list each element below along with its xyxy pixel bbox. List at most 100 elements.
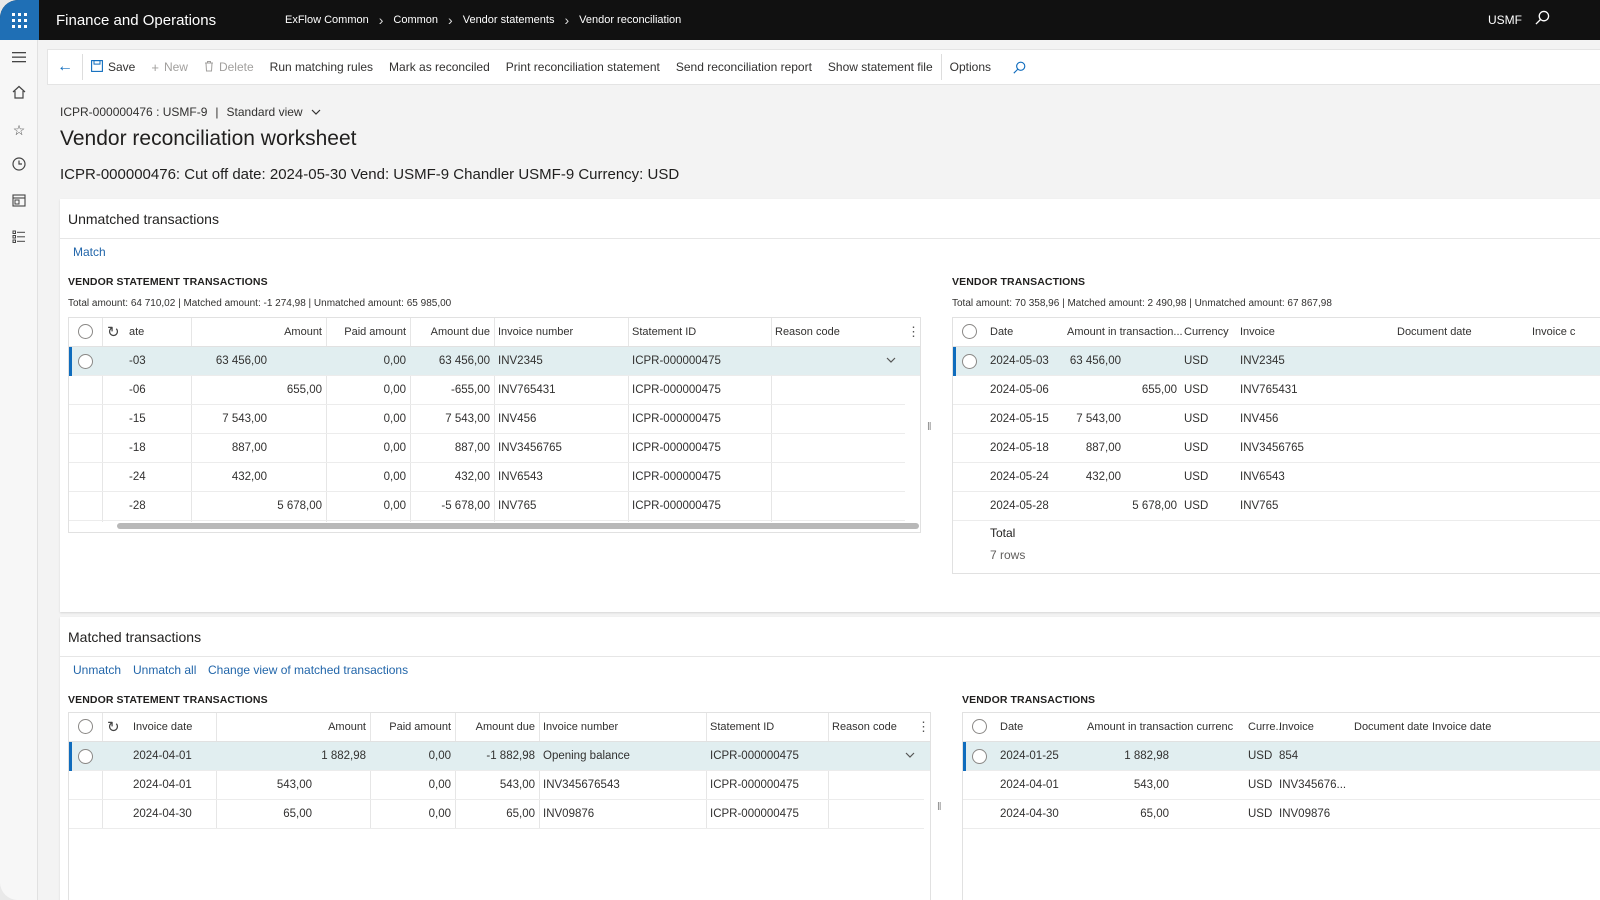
send-reconciliation-report-button[interactable]: Send reconciliation report xyxy=(668,49,820,85)
company-picker[interactable]: USMF xyxy=(1488,13,1522,27)
table-cell: 432,00 xyxy=(454,471,490,483)
table-row[interactable]: -03 63 456,00 0,00 63 456,00 INV2345 ICP… xyxy=(69,347,920,376)
column-header[interactable]: Currency xyxy=(1180,318,1240,347)
breadcrumb-item[interactable]: Common xyxy=(393,14,438,26)
table-row[interactable]: 2024-04-01 1 882,98 0,00 -1 882,98 Openi… xyxy=(69,742,930,771)
horizontal-scrollbar[interactable] xyxy=(117,523,919,529)
table-row[interactable]: 2024-04-01 543,00 USD INV345676... xyxy=(963,771,1600,800)
select-all-radio[interactable] xyxy=(78,324,93,339)
search-icon[interactable] xyxy=(1535,10,1550,29)
column-header[interactable]: Statement ID xyxy=(628,318,771,347)
table-row[interactable]: 2024-01-25 1 882,98 USD 854 xyxy=(963,742,1600,771)
pane-splitter-handle[interactable]: ‖ xyxy=(927,421,932,433)
table-row[interactable]: 2024-04-30 65,00 USD INV09876 xyxy=(963,800,1600,829)
column-header[interactable]: Invoice number xyxy=(494,318,628,347)
table-row[interactable]: 2024-05-18 887,00 USD INV3456765 xyxy=(953,434,1600,463)
unmatch-all-button[interactable]: Unmatch all xyxy=(133,663,196,677)
list-icon[interactable] xyxy=(9,228,29,248)
column-header[interactable]: Invoice date xyxy=(1428,713,1508,742)
select-all-radio[interactable] xyxy=(972,719,987,734)
section-title[interactable]: Matched transactions xyxy=(68,629,201,645)
column-header[interactable]: Invoice number xyxy=(539,713,706,742)
table-row[interactable]: 2024-05-15 7 543,00 USD INV456 xyxy=(953,405,1600,434)
table-row[interactable]: -24 432,00 0,00 432,00 INV6543 ICPR-0000… xyxy=(69,463,905,492)
column-header[interactable]: Invoice c xyxy=(1528,318,1600,347)
column-header[interactable]: Amount in transaction currency xyxy=(1083,713,1233,742)
clock-icon[interactable] xyxy=(9,156,29,176)
more-options-icon[interactable]: ⋮ xyxy=(917,719,930,735)
mark-as-reconciled-button[interactable]: Mark as reconciled xyxy=(381,49,498,85)
reason-code-dropdown-chevron-icon[interactable] xyxy=(905,750,915,762)
breadcrumb-item[interactable]: Vendor statements xyxy=(463,14,555,26)
row-select-radio[interactable] xyxy=(972,749,987,764)
table-row[interactable]: 2024-04-01 543,00 0,00 543,00 INV3456765… xyxy=(69,771,924,800)
matched-vendor-grid: Date Amount in transaction currency Curr… xyxy=(962,712,1600,900)
delete-button[interactable]: Delete xyxy=(196,49,262,85)
more-options-icon[interactable]: ⋮ xyxy=(907,324,920,340)
table-row[interactable]: -18 887,00 0,00 887,00 INV3456765 ICPR-0… xyxy=(69,434,905,463)
back-arrow-icon[interactable]: ← xyxy=(48,49,82,85)
column-header[interactable]: Date xyxy=(996,713,1076,742)
section-title[interactable]: Unmatched transactions xyxy=(68,211,219,227)
refresh-icon[interactable]: ↻ xyxy=(107,323,120,341)
match-button[interactable]: Match xyxy=(73,245,106,259)
row-select-radio[interactable] xyxy=(962,354,977,369)
change-view-button[interactable]: Change view of matched transactions xyxy=(208,663,408,677)
column-header[interactable]: Amount due xyxy=(410,318,494,347)
search-icon[interactable] xyxy=(999,49,1034,85)
options-tab[interactable]: Options xyxy=(942,49,999,85)
row-select-radio[interactable] xyxy=(78,749,93,764)
table-row[interactable]: -15 7 543,00 0,00 7 543,00 INV456 ICPR-0… xyxy=(69,405,905,434)
delete-label: Delete xyxy=(218,60,254,74)
reason-code-dropdown-chevron-icon[interactable] xyxy=(886,355,896,367)
show-statement-file-button[interactable]: Show statement file xyxy=(820,49,941,85)
column-header[interactable]: Amount xyxy=(191,318,326,347)
table-row[interactable]: 2024-05-06 655,00 USD INV765431 xyxy=(953,376,1600,405)
column-header[interactable]: Invoice xyxy=(1275,713,1345,742)
column-header[interactable]: Reason code xyxy=(828,713,918,742)
hamburger-icon[interactable] xyxy=(9,48,29,68)
table-row[interactable]: 2024-05-03 63 456,00 USD INV2345 xyxy=(953,347,1600,376)
table-row[interactable]: 2024-05-28 5 678,00 USD INV765 xyxy=(953,492,1600,521)
waffle-icon[interactable] xyxy=(0,0,39,40)
app-name[interactable]: Finance and Operations xyxy=(39,12,269,29)
pane-splitter-handle[interactable]: ‖ xyxy=(937,801,942,813)
table-row[interactable]: -06 655,00 0,00 -655,00 INV765431 ICPR-0… xyxy=(69,376,905,405)
view-selector[interactable]: Standard view xyxy=(227,105,303,119)
home-icon[interactable] xyxy=(9,84,29,104)
column-header[interactable]: Paid amount xyxy=(370,713,455,742)
workspace-icon[interactable] xyxy=(9,192,29,212)
table-row[interactable]: -28 5 678,00 0,00 -5 678,00 INV765 ICPR-… xyxy=(69,492,905,521)
breadcrumb-item[interactable]: ExFlow Common xyxy=(285,14,369,26)
run-matching-rules-button[interactable]: Run matching rules xyxy=(262,49,381,85)
save-button[interactable]: Save xyxy=(83,49,143,85)
column-header[interactable]: Reason code xyxy=(771,318,891,347)
column-header[interactable]: Paid amount xyxy=(326,318,410,347)
unmatch-button[interactable]: Unmatch xyxy=(73,663,121,677)
column-header[interactable]: Document date xyxy=(1393,318,1503,347)
column-header[interactable]: Invoice date xyxy=(129,713,216,742)
breadcrumb-item[interactable]: Vendor reconciliation xyxy=(579,14,681,26)
column-header[interactable]: Amount due xyxy=(455,713,539,742)
column-header[interactable]: Invoice xyxy=(1236,318,1366,347)
column-header[interactable]: Amount in transaction... xyxy=(1063,318,1183,347)
print-reconciliation-statement-button[interactable]: Print reconciliation statement xyxy=(498,49,668,85)
refresh-icon[interactable]: ↻ xyxy=(107,718,120,736)
column-header[interactable]: Date xyxy=(986,318,1056,347)
column-header[interactable]: Amount xyxy=(216,713,370,742)
table-cell: INV765431 xyxy=(1240,384,1298,396)
new-button[interactable]: + New xyxy=(143,49,196,85)
select-all-radio[interactable] xyxy=(78,719,93,734)
chevron-down-icon[interactable] xyxy=(311,105,321,119)
column-header[interactable]: ate xyxy=(125,318,185,347)
table-cell: 1 882,98 xyxy=(321,750,366,762)
column-header[interactable]: Statement ID xyxy=(706,713,828,742)
table-row[interactable]: 2024-05-24 432,00 USD INV6543 xyxy=(953,463,1600,492)
table-row[interactable]: 2024-04-30 65,00 0,00 65,00 INV09876 ICP… xyxy=(69,800,924,829)
table-cell: 2024-04-30 xyxy=(133,808,192,820)
star-icon[interactable]: ☆ xyxy=(9,120,29,140)
row-select-radio[interactable] xyxy=(78,354,93,369)
column-header[interactable]: Document date xyxy=(1350,713,1430,742)
table-cell: 2024-01-25 xyxy=(1000,750,1059,762)
select-all-radio[interactable] xyxy=(962,324,977,339)
